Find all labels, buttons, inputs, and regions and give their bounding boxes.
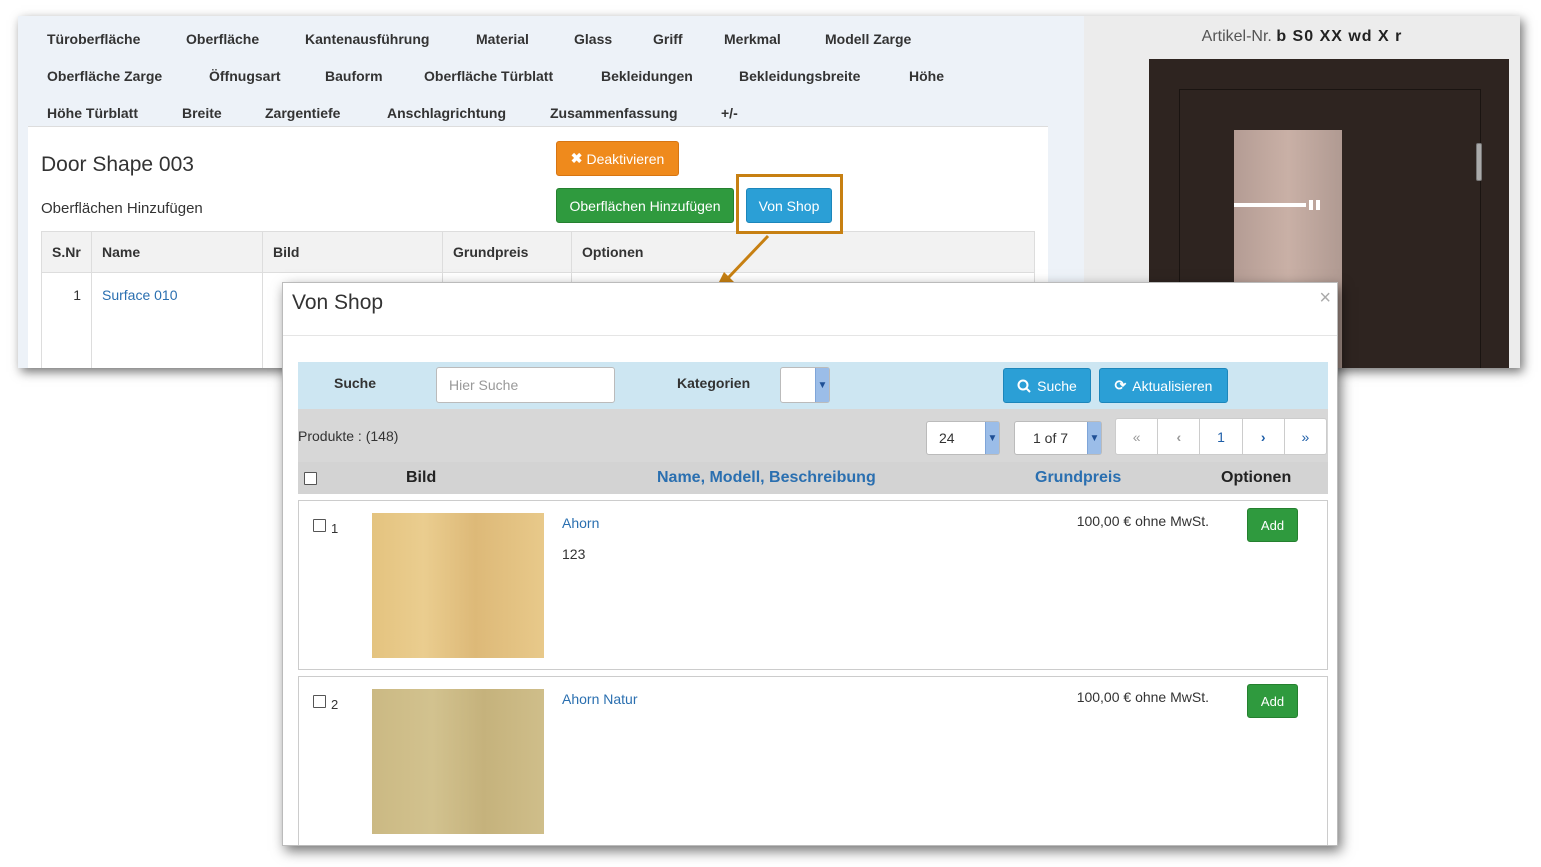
pagination-bar: Produkte : (148) 24 ▼ 1 of 7 ▼ « ‹ 1 › » [298,409,1328,462]
modal-divider [283,335,1337,336]
row-checkbox[interactable] [313,519,326,532]
page-select[interactable]: 1 of 7 ▼ [1014,421,1102,455]
product-thumbnail [372,513,544,658]
von-shop-modal: Von Shop × Suche Hier Suche Kategorien ▼… [282,282,1338,846]
prev-page-icon[interactable]: ‹ [1158,419,1201,454]
next-page-icon[interactable]: › [1243,419,1285,454]
chevron-down-icon: ▼ [985,422,999,454]
refresh-icon: ⟳ [1114,377,1127,393]
categories-select[interactable]: ▼ [780,367,830,403]
chevron-down-icon: ▼ [1087,422,1101,454]
modal-title: Von Shop [292,291,384,314]
pager: « ‹ 1 › » [1115,418,1327,455]
close-icon[interactable]: × [1319,287,1331,310]
product-list-header: Bild Name, Modell, Beschreibung Grundpre… [298,462,1328,494]
product-price: 100,00 € ohne MwSt. [1076,689,1209,705]
sort-model-link[interactable]: Modell [709,469,760,486]
page-select-value: 1 of 7 [1033,430,1069,446]
refresh-button-label: Aktualisieren [1132,377,1213,394]
header-image: Bild [406,469,437,486]
add-button[interactable]: Add [1247,508,1298,542]
products-count: Produkte : (148) [298,428,399,444]
chevron-down-icon: ▼ [815,368,829,402]
product-row: 2 Ahorn Natur 100,00 € ohne MwSt. Add [298,676,1328,845]
arrow-line [726,234,770,280]
search-button-label: Suche [1037,377,1077,394]
last-page-icon[interactable]: » [1285,419,1326,454]
sort-name-link[interactable]: Name [657,469,701,486]
product-name-link[interactable]: Ahorn [562,515,599,531]
sort-price-link[interactable]: Grundpreis [1035,469,1121,487]
sort-description-link[interactable]: Beschreibung [769,469,876,486]
product-row: 1 Ahorn 123 100,00 € ohne MwSt. Add [298,500,1328,670]
header-name-group: Name, Modell, Beschreibung [657,469,876,486]
first-page-icon[interactable]: « [1116,419,1159,454]
per-page-value: 24 [939,430,955,446]
search-icon [1017,379,1031,393]
search-bar: Suche Hier Suche Kategorien ▼ Suche ⟳ Ak… [298,362,1328,409]
refresh-button[interactable]: ⟳ Aktualisieren [1099,368,1228,403]
search-label: Suche [334,375,377,391]
product-description: 123 [562,546,586,562]
header-options: Optionen [1221,469,1292,486]
row-number: 1 [331,521,339,536]
row-number: 2 [331,697,339,712]
product-price: 100,00 € ohne MwSt. [1076,513,1209,529]
current-page[interactable]: 1 [1200,419,1243,454]
product-thumbnail [372,689,544,834]
product-name-link[interactable]: Ahorn Natur [562,691,637,707]
search-input[interactable]: Hier Suche [436,367,615,403]
categories-label: Kategorien [677,375,751,391]
row-checkbox[interactable] [313,695,326,708]
per-page-select[interactable]: 24 ▼ [926,421,1000,455]
add-button[interactable]: Add [1247,684,1298,718]
search-button[interactable]: Suche [1003,368,1091,403]
select-all-checkbox[interactable] [304,472,317,485]
